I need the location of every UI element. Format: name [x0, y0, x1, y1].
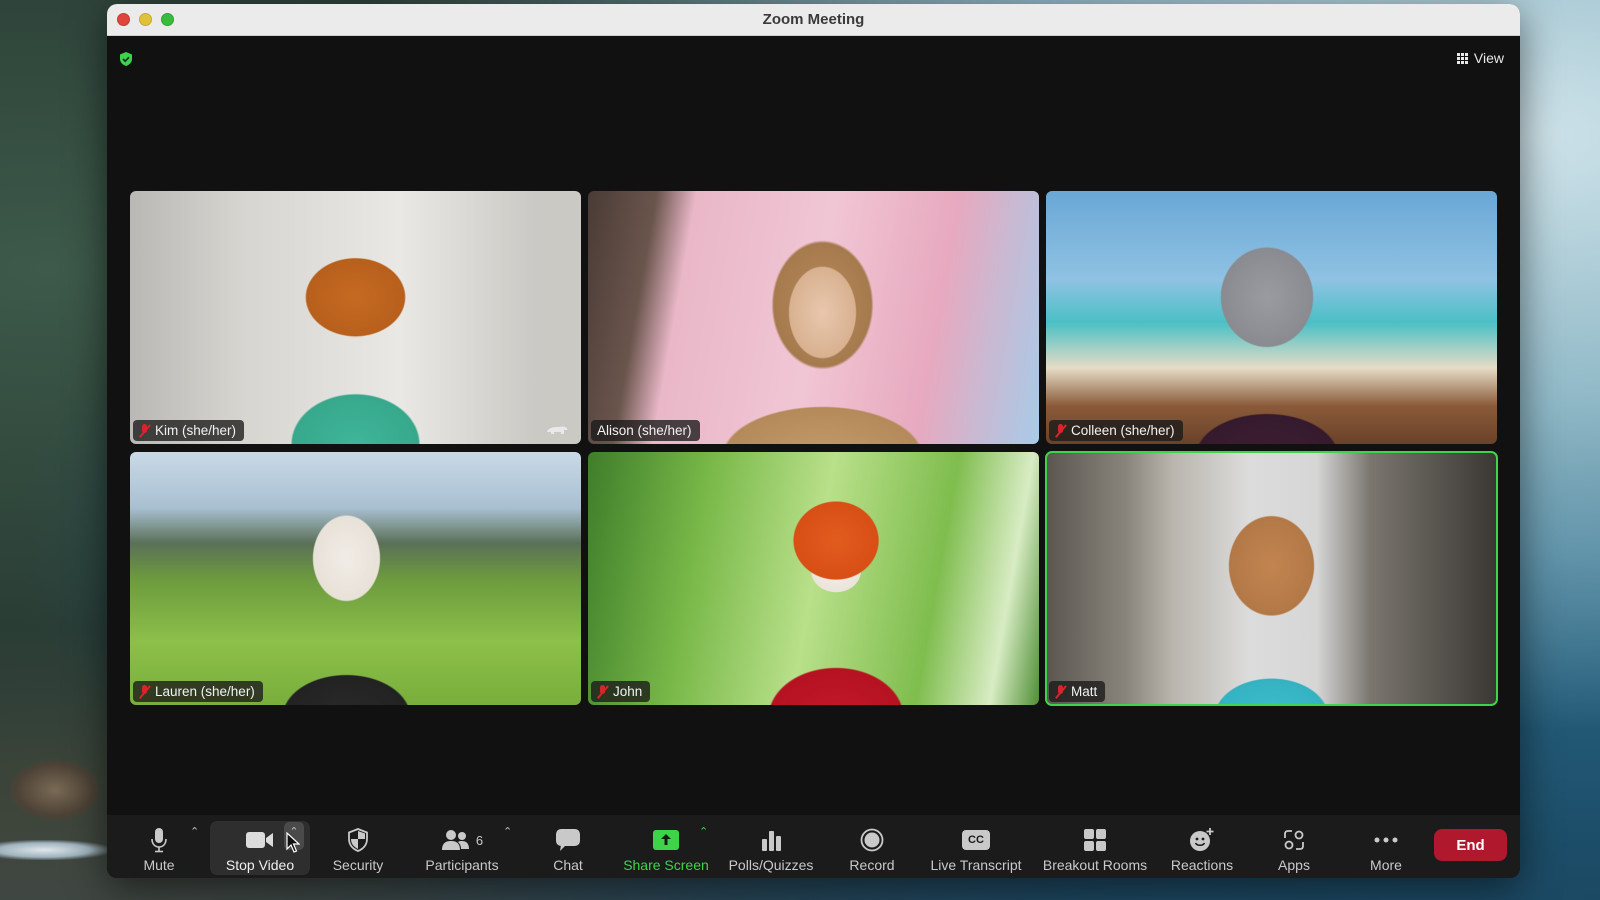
- closed-captions-icon: CC: [962, 827, 990, 853]
- share-screen-button[interactable]: Share Screen: [621, 821, 711, 875]
- share-screen-icon: [652, 827, 680, 853]
- video-tile-alison[interactable]: Alison (she/her): [588, 191, 1039, 444]
- breakout-rooms-grid-icon: [1083, 827, 1107, 853]
- participant-name: John: [613, 684, 643, 699]
- microphone-muted-icon: [1055, 684, 1066, 699]
- participant-nameplate: Colleen (she/her): [1049, 420, 1183, 441]
- video-stage: View Kim (she/her) Alison (she/her) Coll…: [107, 36, 1520, 815]
- participants-options-caret[interactable]: ⌃: [503, 825, 512, 838]
- meeting-toolbar: Mute ⌃ Stop Video ⌃ Security 6 Participa…: [107, 815, 1520, 878]
- participant-name: Lauren (she/her): [155, 684, 255, 699]
- record-label: Record: [849, 857, 895, 873]
- live-transcript-button[interactable]: CC Live Transcript: [928, 821, 1024, 875]
- live-transcript-label: Live Transcript: [930, 857, 1022, 873]
- audio-options-caret[interactable]: ⌃: [190, 825, 199, 838]
- title-bar[interactable]: Zoom Meeting: [107, 4, 1520, 36]
- microphone-muted-icon: [139, 423, 150, 438]
- more-button[interactable]: More: [1366, 821, 1406, 875]
- window-controls: [117, 13, 174, 26]
- apps-label: Apps: [1278, 857, 1310, 873]
- window-title: Zoom Meeting: [762, 11, 865, 28]
- apps-icon: [1283, 827, 1305, 853]
- bar-chart-icon: [760, 827, 782, 853]
- chat-label: Chat: [553, 857, 583, 873]
- breakout-rooms-label: Breakout Rooms: [1042, 857, 1148, 873]
- chat-button[interactable]: Chat: [548, 821, 588, 875]
- microphone-muted-icon: [1055, 423, 1066, 438]
- reactions-label: Reactions: [1170, 857, 1234, 873]
- desktop-wallpaper-surf: [0, 840, 110, 860]
- close-window-button[interactable]: [117, 13, 130, 26]
- encryption-shield-icon[interactable]: [118, 51, 134, 67]
- participants-label: Participants: [425, 857, 499, 873]
- view-button[interactable]: View: [1456, 50, 1504, 66]
- end-meeting-button[interactable]: End: [1434, 829, 1507, 861]
- security-shield-icon: [347, 827, 369, 853]
- participants-icon: 6: [441, 827, 483, 853]
- desktop-wallpaper-rock: [10, 760, 100, 820]
- emoji-add-icon: [1189, 827, 1215, 853]
- security-label: Security: [332, 857, 384, 873]
- breakout-rooms-button[interactable]: Breakout Rooms: [1042, 821, 1148, 875]
- mute-button[interactable]: Mute: [137, 821, 181, 875]
- cc-text: CC: [962, 830, 990, 850]
- more-label: More: [1370, 857, 1402, 873]
- mouse-pointer-icon: [286, 832, 300, 853]
- view-label: View: [1473, 50, 1504, 66]
- more-ellipsis-icon: [1373, 827, 1399, 853]
- minimize-window-button[interactable]: [139, 13, 152, 26]
- mute-label: Mute: [143, 857, 175, 873]
- participant-nameplate: Kim (she/her): [133, 420, 245, 441]
- zoom-meeting-window: Zoom Meeting View Kim (she/her) Alison (…: [107, 4, 1520, 878]
- apps-button[interactable]: Apps: [1276, 821, 1312, 875]
- microphone-icon: [150, 827, 168, 853]
- polls-quizzes-button[interactable]: Polls/Quizzes: [726, 821, 816, 875]
- maximize-window-button[interactable]: [161, 13, 174, 26]
- participant-name: Colleen (she/her): [1071, 423, 1175, 438]
- record-button[interactable]: Record: [847, 821, 897, 875]
- participant-nameplate: Matt: [1049, 681, 1106, 702]
- video-camera-icon: [245, 827, 275, 853]
- participant-nameplate: Lauren (she/her): [133, 681, 263, 702]
- participant-nameplate: John: [591, 681, 651, 702]
- participant-name: Matt: [1071, 684, 1098, 699]
- video-tile-lauren[interactable]: Lauren (she/her): [130, 452, 581, 705]
- participant-name: Alison (she/her): [597, 423, 692, 438]
- microphone-muted-icon: [597, 684, 608, 699]
- polar-bear-icon: [547, 426, 568, 434]
- participant-nameplate: Alison (she/her): [591, 420, 700, 441]
- grid-view-icon: [1456, 52, 1468, 64]
- video-tile-kim[interactable]: Kim (she/her): [130, 191, 581, 444]
- participant-name: Kim (she/her): [155, 423, 237, 438]
- polls-quizzes-label: Polls/Quizzes: [728, 857, 814, 873]
- security-button[interactable]: Security: [328, 821, 388, 875]
- record-icon: [860, 827, 884, 853]
- share-screen-label: Share Screen: [623, 857, 709, 873]
- stop-video-label: Stop Video: [225, 857, 295, 873]
- video-tile-matt[interactable]: Matt: [1045, 451, 1498, 706]
- share-screen-options-caret[interactable]: ⌃: [699, 825, 708, 838]
- participants-button[interactable]: 6 Participants: [422, 821, 502, 875]
- reactions-button[interactable]: Reactions: [1170, 821, 1234, 875]
- participants-count: 6: [475, 832, 484, 848]
- video-tile-john[interactable]: John: [588, 452, 1039, 705]
- chat-bubble-icon: [555, 827, 581, 853]
- video-tile-colleen[interactable]: Colleen (she/her): [1046, 191, 1497, 444]
- microphone-muted-icon: [139, 684, 150, 699]
